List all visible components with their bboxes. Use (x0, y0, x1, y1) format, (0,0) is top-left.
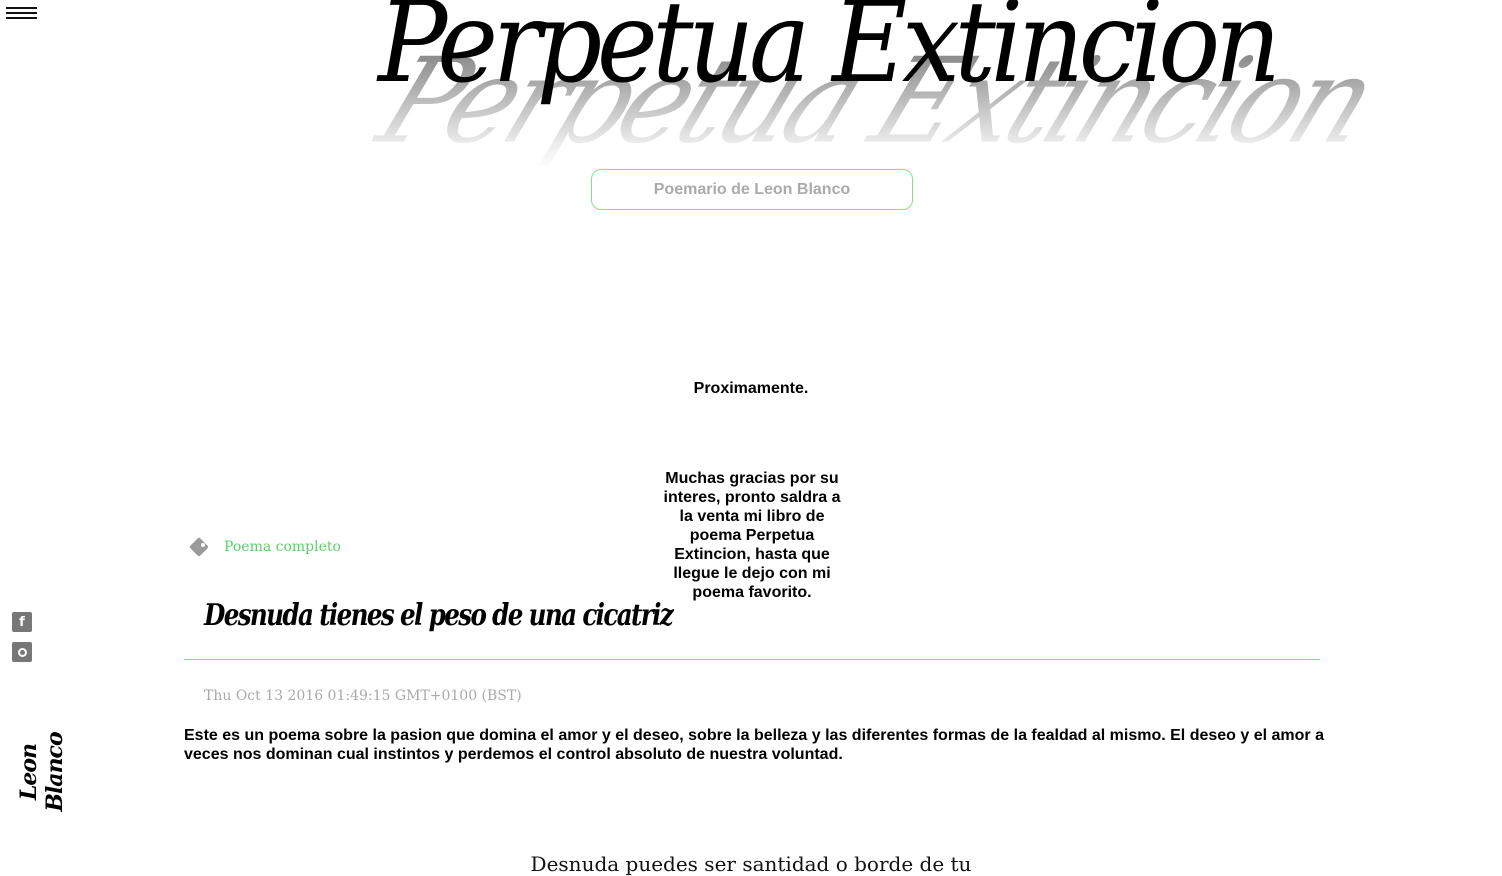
hamburger-icon-line (6, 12, 37, 14)
instagram-lens (17, 647, 27, 657)
tag-icon (188, 538, 210, 556)
facebook-icon[interactable]: f (12, 612, 32, 632)
hamburger-icon-line (6, 17, 37, 19)
subtitle-badge: Poemario de Leon Blanco (591, 169, 913, 210)
post-title[interactable]: Desnuda tienes el peso de una cicatriz (204, 598, 674, 633)
post-divider (184, 659, 1320, 660)
post-tag-row: Poema completo (188, 538, 341, 556)
facebook-glyph: f (19, 614, 25, 630)
post-excerpt: Este es un poema sobre la pasion que dom… (184, 727, 1324, 763)
announcement-body: Muchas gracias por su interes, pronto sa… (663, 470, 841, 601)
site-title[interactable]: Perpetua Extincion (378, 0, 1281, 105)
instagram-icon[interactable] (12, 642, 32, 662)
post-date: Thu Oct 13 2016 01:49:15 GMT+0100 (BST) (204, 688, 522, 704)
hamburger-menu-button[interactable] (6, 4, 38, 20)
author-name-vertical[interactable]: Leon Blanco (16, 722, 68, 822)
post-body-first-line: Desnuda puedes ser santidad o borde de t… (530, 852, 972, 876)
post-tag-link[interactable]: Poema completo (224, 539, 341, 555)
hamburger-icon-line (6, 7, 37, 9)
announcement-title: Proximamente. (693, 380, 809, 397)
site-header: Perpetua Extincion Perpetua Extincion (360, 0, 1391, 194)
subtitle-text: Poemario de Leon Blanco (653, 180, 851, 198)
